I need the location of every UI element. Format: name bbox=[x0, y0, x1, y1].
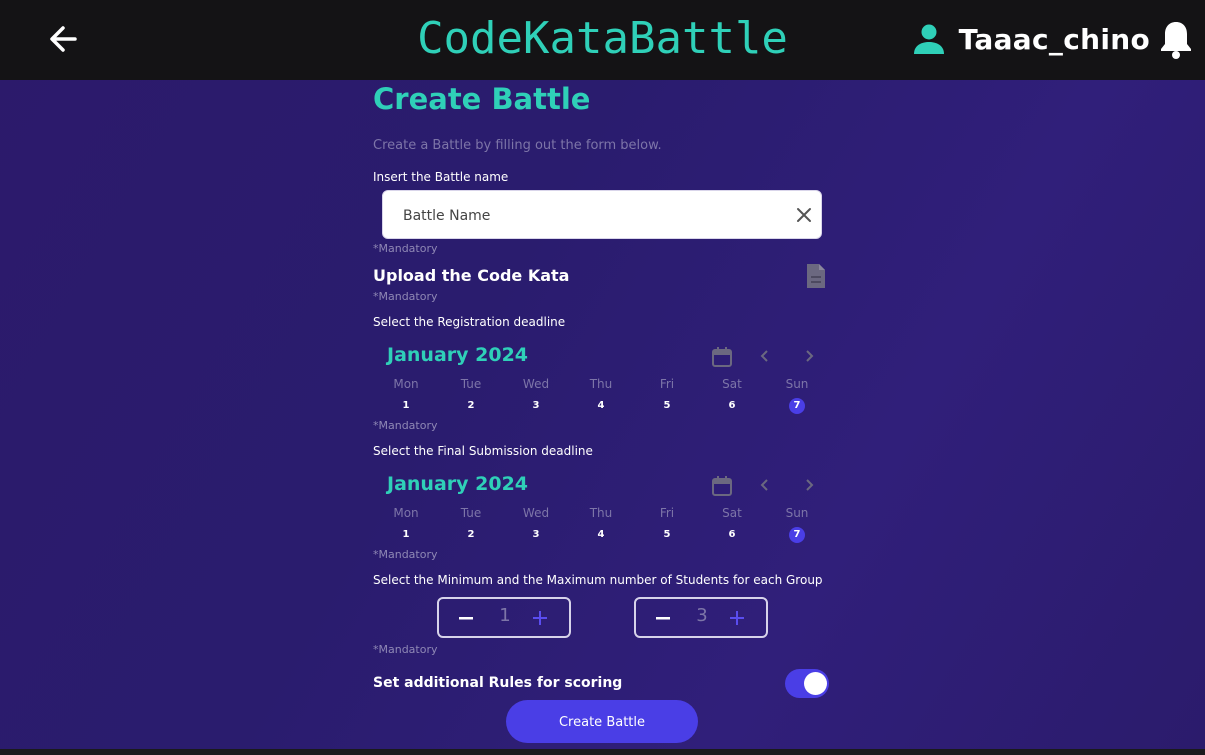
weekday-label: Thu bbox=[589, 506, 613, 520]
weekday-label: Tue bbox=[460, 377, 482, 391]
top-bar: CodeKataBattle Taaac_chino bbox=[0, 0, 1205, 80]
weekday-label: Sat bbox=[722, 506, 742, 520]
date-number[interactable]: 3 bbox=[528, 527, 544, 543]
date-number[interactable]: 6 bbox=[724, 398, 740, 414]
calendar-day[interactable]: Sat 6 bbox=[707, 377, 757, 414]
date-number[interactable]: 1 bbox=[398, 527, 414, 543]
additional-rules-toggle[interactable] bbox=[785, 669, 829, 698]
weekday-label: Sun bbox=[785, 377, 809, 391]
user-icon bbox=[913, 24, 944, 54]
calendar-day[interactable]: Mon 1 bbox=[381, 506, 431, 543]
date-number[interactable]: 3 bbox=[528, 398, 544, 414]
minus-icon[interactable] bbox=[654, 609, 672, 627]
calendar-day[interactable]: Fri 5 bbox=[642, 506, 692, 543]
mandatory-note: *Mandatory bbox=[373, 643, 438, 656]
date-number[interactable]: 4 bbox=[593, 527, 609, 543]
calendar-day[interactable]: Fri 5 bbox=[642, 377, 692, 414]
create-battle-button[interactable]: Create Battle bbox=[506, 700, 698, 743]
page-title: Create Battle bbox=[373, 82, 591, 116]
min-students-stepper: 1 bbox=[437, 597, 571, 638]
date-number[interactable]: 4 bbox=[593, 398, 609, 414]
user-profile[interactable]: Taaac_chino bbox=[911, 16, 1150, 62]
selected-date[interactable]: 7 bbox=[789, 398, 805, 414]
date-number[interactable]: 2 bbox=[463, 398, 479, 414]
chevron-left-icon[interactable] bbox=[758, 477, 772, 493]
toggle-knob bbox=[804, 672, 827, 695]
calendar-day[interactable]: Tue 2 bbox=[446, 506, 496, 543]
mandatory-note: *Mandatory bbox=[373, 290, 438, 303]
clear-icon[interactable] bbox=[795, 206, 813, 224]
minus-icon[interactable] bbox=[457, 609, 475, 627]
min-students-value[interactable]: 1 bbox=[489, 605, 521, 626]
calendar-day[interactable]: Wed 3 bbox=[511, 506, 561, 543]
mandatory-note: *Mandatory bbox=[373, 242, 438, 255]
calendar-day[interactable]: Sat 6 bbox=[707, 506, 757, 543]
weekday-label: Fri bbox=[659, 377, 675, 391]
plus-icon[interactable] bbox=[728, 609, 746, 627]
weekday-label: Fri bbox=[659, 506, 675, 520]
calendar-icon[interactable] bbox=[711, 475, 733, 497]
weekday-label: Wed bbox=[522, 377, 550, 391]
calendar-day[interactable]: Sun 7 bbox=[772, 377, 822, 414]
calendar-icon[interactable] bbox=[711, 346, 733, 368]
chevron-left-icon[interactable] bbox=[758, 348, 772, 364]
date-number[interactable]: 6 bbox=[724, 527, 740, 543]
file-icon[interactable] bbox=[805, 262, 827, 290]
battle-name-input[interactable] bbox=[401, 191, 785, 240]
registration-calendar: January 2024 Mon 1 Tue 2 Wed 3 Thu 4 Fri 5 Sat 6 Sun… bbox=[373, 344, 828, 434]
battle-name-field[interactable] bbox=[382, 190, 822, 240]
weekday-label: Mon bbox=[393, 377, 419, 391]
chevron-right-icon[interactable] bbox=[802, 348, 816, 364]
bell-icon[interactable] bbox=[1157, 18, 1195, 60]
date-number[interactable]: 5 bbox=[659, 527, 675, 543]
selected-date[interactable]: 7 bbox=[789, 527, 805, 543]
username: Taaac_chino bbox=[958, 22, 1150, 56]
battle-name-label: Insert the Battle name bbox=[373, 170, 509, 184]
calendar-day[interactable]: Mon 1 bbox=[381, 377, 431, 414]
calendar-month: January 2024 bbox=[387, 344, 529, 366]
group-size-label: Select the Minimum and the Maximum numbe… bbox=[373, 573, 823, 587]
weekday-label: Mon bbox=[393, 506, 419, 520]
mandatory-note: *Mandatory bbox=[373, 419, 438, 432]
date-number[interactable]: 5 bbox=[659, 398, 675, 414]
bottom-strip bbox=[0, 749, 1205, 755]
page-subtitle: Create a Battle by filling out the form … bbox=[373, 138, 662, 153]
calendar-day[interactable]: Tue 2 bbox=[446, 377, 496, 414]
calendar-day[interactable]: Sun 7 bbox=[772, 506, 822, 543]
date-number[interactable]: 2 bbox=[463, 527, 479, 543]
calendar-day[interactable]: Wed 3 bbox=[511, 377, 561, 414]
additional-rules-label: Set additional Rules for scoring bbox=[373, 675, 623, 691]
max-students-stepper: 3 bbox=[634, 597, 768, 638]
calendar-day[interactable]: Thu 4 bbox=[576, 506, 626, 543]
weekday-label: Tue bbox=[460, 506, 482, 520]
weekday-label: Sun bbox=[785, 506, 809, 520]
weekday-label: Thu bbox=[589, 377, 613, 391]
calendar-day[interactable]: Thu 4 bbox=[576, 377, 626, 414]
plus-icon[interactable] bbox=[531, 609, 549, 627]
weekday-label: Wed bbox=[522, 506, 550, 520]
submission-deadline-label: Select the Final Submission deadline bbox=[373, 444, 593, 458]
max-students-value[interactable]: 3 bbox=[686, 605, 718, 626]
calendar-month: January 2024 bbox=[387, 473, 529, 495]
chevron-right-icon[interactable] bbox=[802, 477, 816, 493]
mandatory-note: *Mandatory bbox=[373, 548, 438, 561]
upload-code-kata-label: Upload the Code Kata bbox=[373, 266, 570, 285]
date-number[interactable]: 1 bbox=[398, 398, 414, 414]
submission-calendar: January 2024 Mon 1 Tue 2 Wed 3 Thu 4 Fri 5 Sat 6 Sun… bbox=[373, 473, 828, 563]
registration-deadline-label: Select the Registration deadline bbox=[373, 315, 566, 329]
weekday-label: Sat bbox=[722, 377, 742, 391]
